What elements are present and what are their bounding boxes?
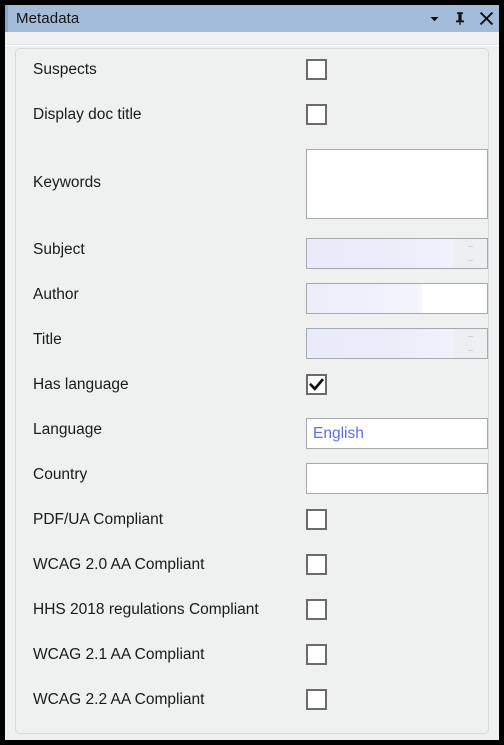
- label-wcag20-compliant: WCAG 2.0 AA Compliant: [33, 556, 205, 573]
- form-row-title: Title: [16, 319, 490, 364]
- form-row-wcag22-compliant: WCAG 2.2 AA Compliant: [16, 679, 490, 724]
- label-subject: Subject: [33, 241, 85, 258]
- form-row-suspects: Suspects: [16, 49, 490, 94]
- pin-icon[interactable]: [447, 5, 473, 32]
- label-wcag21-compliant: WCAG 2.1 AA Compliant: [33, 646, 205, 663]
- title-input[interactable]: [306, 328, 488, 359]
- label-title: Title: [33, 331, 62, 348]
- subject-input[interactable]: [306, 238, 488, 269]
- language-input[interactable]: English: [306, 418, 488, 449]
- checkbox-suspects[interactable]: [306, 59, 327, 80]
- label-pdfua-compliant: PDF/UA Compliant: [33, 511, 164, 528]
- country-input[interactable]: [306, 463, 488, 494]
- form-row-language: Language English: [16, 409, 490, 454]
- chevron-down-icon[interactable]: [421, 5, 447, 32]
- checkbox-wcag20-compliant[interactable]: [306, 554, 327, 575]
- author-input[interactable]: [306, 283, 488, 314]
- label-keywords: Keywords: [33, 174, 102, 191]
- title-spinner[interactable]: [454, 329, 487, 358]
- label-country: Country: [33, 466, 88, 483]
- spinner-dot: [468, 260, 473, 262]
- spinner-dot: [468, 245, 473, 247]
- keywords-input[interactable]: [306, 149, 488, 219]
- close-icon[interactable]: [473, 5, 499, 32]
- form-row-country: Country: [16, 454, 490, 499]
- title-bar: Metadata: [5, 5, 499, 32]
- title-separator: [5, 44, 499, 46]
- spinner-dot: [468, 335, 473, 337]
- metadata-window: Metadata Suspects Display doc title Keyw…: [0, 0, 504, 745]
- window-title: Metadata: [16, 10, 80, 27]
- label-wcag22-compliant: WCAG 2.2 AA Compliant: [33, 691, 205, 708]
- form-row-pdfua-compliant: PDF/UA Compliant: [16, 499, 490, 544]
- form-row-author: Author: [16, 274, 490, 319]
- label-suspects: Suspects: [33, 61, 97, 78]
- label-language: Language: [33, 421, 102, 438]
- checkbox-has-language[interactable]: [306, 374, 327, 395]
- form-row-subject: Subject: [16, 229, 490, 274]
- checkbox-display-doc-title[interactable]: [306, 104, 327, 125]
- checkbox-wcag21-compliant[interactable]: [306, 644, 327, 665]
- label-hhs2018-compliant: HHS 2018 regulations Compliant: [33, 601, 259, 618]
- title-bar-accent: [5, 5, 8, 32]
- form-row-wcag20-compliant: WCAG 2.0 AA Compliant: [16, 544, 490, 589]
- author-fill: [307, 284, 423, 313]
- label-has-language: Has language: [33, 376, 129, 393]
- form-row-display-doc-title: Display doc title: [16, 94, 490, 139]
- checkbox-wcag22-compliant[interactable]: [306, 689, 327, 710]
- metadata-form-panel: Suspects Display doc title Keywords Subj…: [15, 48, 489, 734]
- form-row-wcag21-compliant: WCAG 2.1 AA Compliant: [16, 634, 490, 679]
- checkbox-pdfua-compliant[interactable]: [306, 509, 327, 530]
- form-row-has-language: Has language: [16, 364, 490, 409]
- subject-spinner[interactable]: [454, 239, 487, 268]
- label-author: Author: [33, 286, 79, 303]
- label-display-doc-title: Display doc title: [33, 106, 142, 123]
- checkbox-hhs2018-compliant[interactable]: [306, 599, 327, 620]
- form-row-keywords: Keywords: [16, 139, 490, 229]
- form-row-hhs2018-compliant: HHS 2018 regulations Compliant: [16, 589, 490, 634]
- spinner-dot: [468, 350, 473, 352]
- language-value: English: [313, 424, 364, 442]
- panel-body: Suspects Display doc title Keywords Subj…: [5, 32, 499, 740]
